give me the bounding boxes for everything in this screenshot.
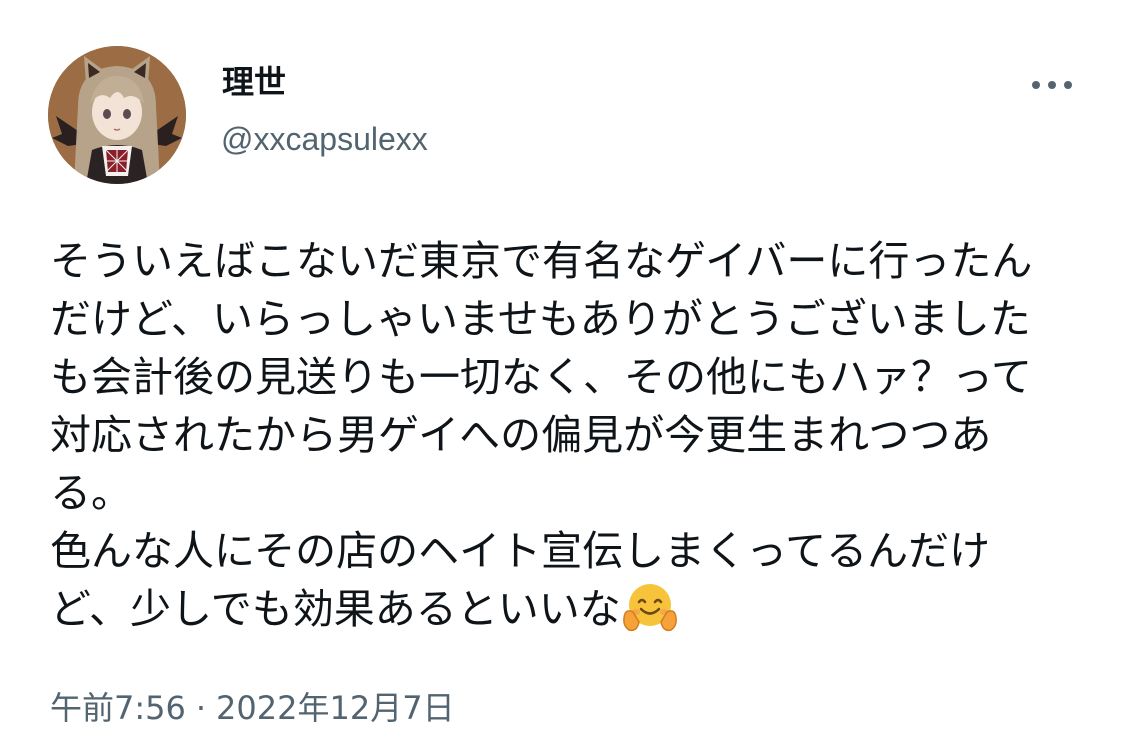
tweet-text: そういえばこないだ東京で有名なゲイバーに行ったんだけど、いらっしゃいませもありが… — [50, 232, 1060, 638]
hugging-face-icon — [621, 578, 679, 636]
tweet-time[interactable]: 午前7:56 — [50, 686, 186, 730]
more-dot — [1048, 81, 1056, 89]
timestamp-separator: · — [195, 689, 207, 727]
avatar[interactable] — [48, 46, 186, 184]
tweet: 理世 @xxcapsulexx そういえばこないだ東京で有名なゲイバーに行ったん… — [0, 0, 1125, 744]
more-dot — [1064, 81, 1072, 89]
tweet-date[interactable]: 2022年12月7日 — [216, 686, 455, 730]
more-options-button[interactable] — [1024, 70, 1080, 100]
author-display-name[interactable]: 理世 — [222, 62, 286, 102]
tweet-timestamp: 午前7:56 · 2022年12月7日 — [50, 686, 455, 730]
author-handle[interactable]: @xxcapsulexx — [221, 119, 428, 159]
tweet-text-content: そういえばこないだ東京で有名なゲイバーに行ったんだけど、いらっしゃいませもありが… — [50, 237, 1033, 633]
avatar-image — [48, 46, 186, 184]
more-horizontal-icon — [1032, 81, 1040, 89]
